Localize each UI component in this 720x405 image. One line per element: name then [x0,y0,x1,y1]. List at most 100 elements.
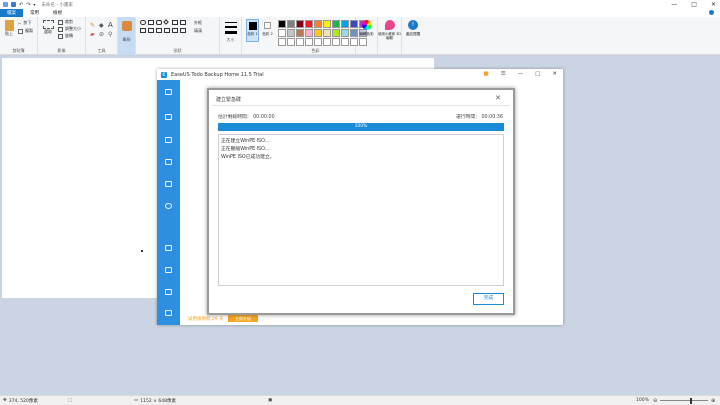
undo-icon[interactable]: ↶ [19,2,23,8]
tab-home[interactable]: 常用 [23,9,46,17]
help-icon[interactable] [709,10,714,15]
color2-button[interactable]: 色彩 2 [261,19,274,42]
color-swatch[interactable] [323,38,331,46]
pentagon-shape-icon[interactable] [172,20,178,25]
done-button[interactable]: 完成 [473,293,504,305]
diamond-shape-icon[interactable] [163,19,169,25]
text-icon[interactable]: A [108,21,113,29]
redo-icon[interactable]: ↷ [26,2,30,8]
zoom-slider-track[interactable] [660,400,708,401]
edit-colors-group[interactable]: 編輯色彩 [356,17,378,55]
fill-label: 填滿 [194,28,202,33]
sidebar-tools-icon[interactable] [165,289,172,295]
magnifier-icon[interactable]: ⚲ [108,31,112,38]
sidebar-disk-backup-icon[interactable] [165,114,172,120]
select-button[interactable]: 選取 [41,20,55,35]
color-swatch[interactable] [332,38,340,46]
sidebar-mail-backup-icon[interactable] [165,181,172,187]
tab-view[interactable]: 檢視 [46,9,69,17]
color-swatch[interactable] [332,29,340,37]
color-swatch[interactable] [314,20,322,28]
minimize-button[interactable]: — [671,1,677,8]
color-picker-icon[interactable]: ⊘ [99,31,104,38]
document-title: 未命名 - 小畫家 [41,2,73,8]
sidebar-smart-backup-icon[interactable] [165,203,172,209]
shapes-gallery[interactable] [140,19,192,42]
zoom-out-button[interactable]: ⊖ [653,398,657,404]
menu-icon[interactable]: ☰ [501,71,506,77]
size-medium-line [225,26,237,28]
cut-button[interactable]: ✂ 剪下 [18,20,31,26]
callout-shape-icon[interactable] [164,28,170,33]
color-swatch[interactable] [305,20,313,28]
brush-group[interactable]: 筆刷 [118,17,136,55]
outline-button[interactable]: 外框 [194,20,202,26]
sidebar-file-backup-icon[interactable] [165,159,172,165]
rounded-rectangle-shape-icon[interactable] [156,20,162,25]
color-swatch[interactable] [296,29,304,37]
sidebar-system-backup-icon[interactable] [165,137,172,143]
heart-shape-icon[interactable] [172,28,178,33]
triangle-shape-icon[interactable] [140,28,146,33]
dialog-close-icon[interactable]: ✕ [495,94,501,102]
pencil-icon[interactable]: ✎ [90,22,95,29]
color-swatch[interactable] [332,20,340,28]
customize-quick-access-icon[interactable]: ▾ [33,2,35,7]
log-box[interactable]: 正在建立WinPE ISO... 正在壓縮WinPE ISO... WinPE … [218,134,504,286]
paste-icon [4,20,14,31]
save-icon[interactable] [11,2,16,7]
rotate-button[interactable]: 旋轉 [58,33,73,39]
color-swatch[interactable] [278,29,286,37]
tab-file[interactable]: 檔案 [0,9,23,17]
easeus-minimize-button[interactable]: — [518,71,524,77]
color-swatch[interactable] [323,20,331,28]
sidebar-menu-icon[interactable] [165,89,172,95]
fill-button[interactable]: 填滿 [194,28,202,34]
color-swatch[interactable] [296,20,304,28]
lightning-shape-icon[interactable] [180,28,186,33]
resize-button[interactable]: 調整大小 [58,26,81,32]
color-swatch[interactable] [341,29,349,37]
color-swatch[interactable] [278,38,286,46]
hexagon-shape-icon[interactable] [180,20,186,25]
color-swatch[interactable] [314,38,322,46]
color-swatch[interactable] [287,20,295,28]
maximize-button[interactable]: □ [691,1,697,8]
star-shape-icon[interactable] [156,28,162,33]
color1-button[interactable]: 色彩 1 [246,19,259,42]
color-swatch[interactable] [278,20,286,28]
eraser-icon[interactable]: ▰ [90,31,95,38]
close-button[interactable]: ✕ [711,1,716,8]
rectangle-shape-icon[interactable] [148,20,154,25]
easeus-title: EaseUS Todo Backup Home 11.5 Trial [171,71,264,78]
color-swatch[interactable] [296,38,304,46]
easeus-close-button[interactable]: ✕ [552,71,557,77]
fill-icon[interactable]: ◆ [99,22,104,29]
color-swatch[interactable] [287,38,295,46]
copy-button[interactable]: 複製 [18,28,33,34]
zoom-slider-thumb[interactable] [690,397,692,404]
product-alert-group[interactable]: ! 產品提醒 [402,17,424,55]
color-swatch[interactable] [305,38,313,46]
sidebar-settings-icon[interactable] [165,310,172,316]
zoom-in-button[interactable]: ⊕ [711,398,715,404]
paint-app-icon [3,2,8,7]
paint3d-group[interactable]: 使用小畫家 3D 編輯 [378,17,402,55]
color-swatch[interactable] [314,29,322,37]
easeus-maximize-button[interactable]: □ [535,71,540,77]
arrow-shape-icon[interactable] [148,28,154,33]
color-swatch[interactable] [287,29,295,37]
sidebar-system-clone-icon[interactable] [165,267,172,273]
size-group[interactable]: 大小 [220,17,242,55]
crop-button[interactable]: 裁剪 [58,19,73,25]
folder-icon[interactable]: ■ [484,71,489,77]
oval-shape-icon[interactable] [140,20,146,25]
upgrade-button[interactable]: 立即升級 [228,315,258,322]
color-swatch[interactable] [341,38,349,46]
paste-label: 貼上 [5,31,13,36]
color-swatch[interactable] [323,29,331,37]
paste-button[interactable]: 貼上 [3,20,15,37]
sidebar-clone-icon[interactable] [165,245,172,251]
color-swatch[interactable] [305,29,313,37]
color-swatch[interactable] [341,20,349,28]
